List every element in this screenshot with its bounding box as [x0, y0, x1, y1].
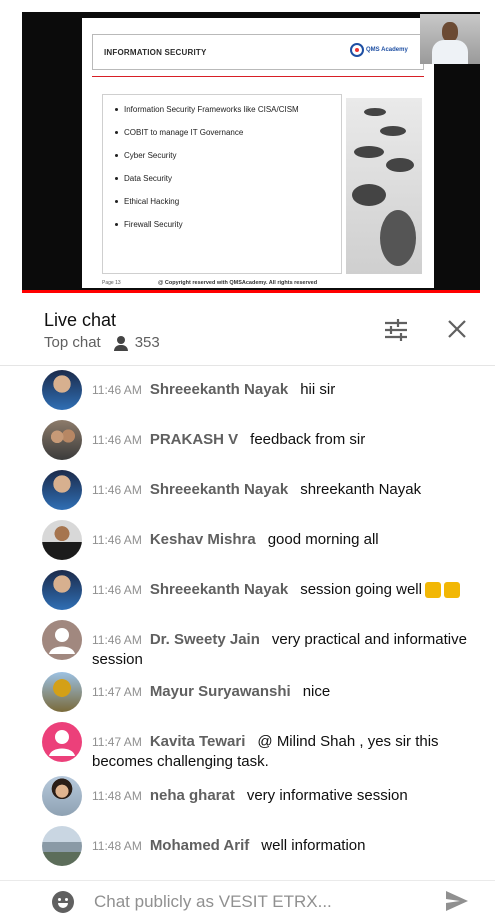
message-author: Shreeekanth Nayak: [149, 581, 289, 598]
slide-bullet: Ethical Hacking: [115, 197, 329, 206]
send-icon: [446, 891, 468, 911]
message-text: @ Milind Shah , yes sir this becomes cha…: [92, 733, 439, 770]
message-text: very informative session: [246, 787, 408, 804]
chat-header: Live chat Top chat 353: [0, 300, 495, 364]
smile-icon[interactable]: [52, 891, 74, 913]
thumbs-up-icon: [443, 582, 460, 599]
message-time: 11:46 AM: [92, 483, 142, 497]
qms-logo-icon: [350, 43, 364, 57]
message-time: 11:48 AM: [92, 789, 142, 803]
slide-bullet: Data Security: [115, 174, 329, 183]
message-author: Shreeekanth Nayak: [149, 381, 289, 398]
avatar[interactable]: [42, 776, 82, 816]
chat-input[interactable]: [92, 889, 396, 915]
message-text: good morning all: [267, 531, 379, 548]
tune-icon: [385, 319, 407, 341]
chat-input-bar: [0, 880, 495, 920]
message-author: Keshav Mishra: [149, 531, 256, 548]
avatar[interactable]: [42, 520, 82, 560]
video-progress-bar[interactable]: [22, 290, 480, 293]
message-time: 11:46 AM: [92, 533, 142, 547]
avatar[interactable]: [42, 370, 82, 410]
message-author: neha gharat: [149, 787, 235, 804]
message-author: PRAKASH V: [149, 431, 239, 448]
presentation-slide: INFORMATION SECURITY QMS Academy Informa…: [82, 18, 434, 288]
slide-page-number: Page 13: [102, 280, 121, 286]
slide-footer: @ Copyright reserved with QMSAcademy. Al…: [158, 280, 318, 286]
avatar[interactable]: [42, 470, 82, 510]
message-text: well information: [261, 837, 366, 854]
person-icon: [113, 335, 129, 351]
slide-divider: [92, 76, 424, 77]
slide-title: INFORMATION SECURITY: [104, 48, 207, 57]
header-divider: [0, 365, 495, 366]
slide-bullet: Cyber Security: [115, 151, 329, 160]
message-author: Dr. Sweety Jain: [149, 631, 260, 648]
avatar[interactable]: [42, 826, 82, 866]
chat-mode-selector[interactable]: Top chat 353: [44, 334, 160, 351]
person-icon: [49, 730, 75, 756]
message-text: session going well: [300, 581, 422, 598]
message-time: 11:46 AM: [92, 633, 142, 647]
message-time: 11:46 AM: [92, 433, 142, 447]
filter-button[interactable]: [382, 318, 410, 342]
avatar[interactable]: [42, 672, 82, 712]
message-author: Mayur Suryawanshi: [149, 683, 291, 700]
slide-logo-text: QMS Academy: [366, 47, 408, 53]
send-button[interactable]: [444, 889, 470, 913]
avatar[interactable]: [42, 420, 82, 460]
slide-bullet-list: Information Security Frameworks like CIS…: [102, 94, 342, 274]
close-button[interactable]: [444, 316, 470, 342]
message-time: 11:46 AM: [92, 383, 142, 397]
slide-bullet: Firewall Security: [115, 220, 329, 229]
person-icon: [49, 628, 75, 654]
message-text: very practical and informative session: [92, 631, 467, 668]
message-time: 11:46 AM: [92, 583, 142, 597]
message-author: Mohamed Arif: [149, 837, 250, 854]
message-text: nice: [302, 683, 331, 700]
close-icon: [448, 320, 466, 338]
message-text: hii sir: [300, 381, 336, 398]
viewer-count: 353: [134, 334, 160, 351]
live-chat-title: Live chat: [44, 310, 117, 330]
message-author: Kavita Tewari: [149, 733, 246, 750]
message-author: Shreeekanth Nayak: [149, 481, 289, 498]
slide-bullet: COBIT to manage IT Governance: [115, 128, 329, 137]
message-text: feedback from sir: [250, 431, 366, 448]
chat-mode-label: Top chat: [44, 334, 101, 351]
message-time: 11:47 AM: [92, 685, 142, 699]
avatar[interactable]: [42, 570, 82, 610]
stones-image: [346, 98, 422, 274]
avatar[interactable]: [42, 722, 82, 762]
message-time: 11:47 AM: [92, 735, 142, 749]
avatar[interactable]: [42, 620, 82, 660]
slide-logo: QMS Academy: [350, 40, 420, 60]
message-time: 11:48 AM: [92, 839, 142, 853]
chat-messages[interactable]: 11:46 AM Shreeekanth Nayak hii sir 11:46 A…: [0, 370, 495, 870]
message-text: shreekanth Nayak: [300, 481, 422, 498]
thumbs-up-icon: [424, 582, 441, 599]
slide-bullet: Information Security Frameworks like CIS…: [115, 105, 329, 114]
speaker-thumbnail: [420, 14, 480, 64]
